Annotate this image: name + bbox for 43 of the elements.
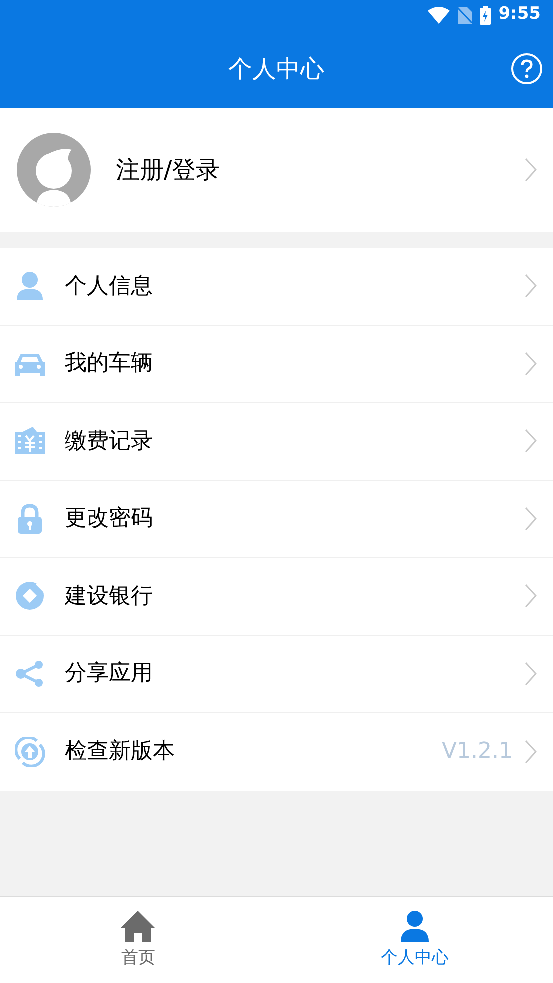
tab[interactable]: 个人中心 (276, 897, 553, 983)
chevron-icon (525, 584, 537, 608)
menu-label: 个人信息 (65, 272, 154, 301)
menu-item[interactable]: 建设银行 (0, 558, 553, 636)
menu-label: 检查新版本 (65, 738, 176, 766)
tab-label: 个人中心 (380, 946, 449, 970)
menu-label: 建设银行 (65, 582, 154, 611)
menu-label: 更改密码 (65, 505, 154, 534)
menu-item[interactable]: 更改密码 (0, 480, 553, 558)
status-time: 9:55 (498, 3, 541, 26)
tab[interactable]: 首页 (0, 897, 276, 983)
menu-item[interactable]: 个人信息 (0, 248, 553, 326)
version-text: V1.2.1 (442, 738, 513, 766)
refresh-arrow-icon (15, 736, 45, 767)
menu-label: 我的车辆 (65, 350, 154, 378)
battery-icon (480, 6, 491, 24)
menu-item[interactable]: 我的车辆 (0, 326, 553, 403)
login-row[interactable]: 注册/登录 (0, 108, 553, 232)
wifi-icon (428, 6, 450, 24)
menu-item[interactable]: 检查新版本 V1.2.1 (0, 713, 553, 790)
menu-item[interactable]: 分享应用 (0, 636, 553, 713)
chevron-icon (525, 506, 537, 531)
menu-item[interactable]: 缴费记录 (0, 403, 553, 480)
chevron-icon (525, 352, 537, 376)
person-icon (15, 271, 45, 302)
login-label: 注册/登录 (116, 155, 222, 186)
tab-label: 首页 (121, 946, 156, 970)
chevron-icon (525, 662, 537, 686)
share-icon (15, 658, 45, 689)
help-icon[interactable] (511, 53, 543, 85)
chevron-icon (525, 740, 537, 764)
chevron-icon (525, 158, 537, 182)
lock-icon (15, 504, 45, 534)
coin-logo-icon (15, 581, 45, 612)
avatar-icon (17, 133, 91, 207)
money-ticket-icon (15, 426, 45, 456)
home-icon (120, 908, 156, 944)
menu-label: 缴费记录 (65, 428, 154, 456)
no-sim-icon (458, 6, 472, 24)
page-title: 个人中心 (228, 54, 324, 85)
chevron-icon (525, 429, 537, 454)
chevron-icon (525, 274, 537, 298)
menu-label: 分享应用 (65, 660, 154, 688)
